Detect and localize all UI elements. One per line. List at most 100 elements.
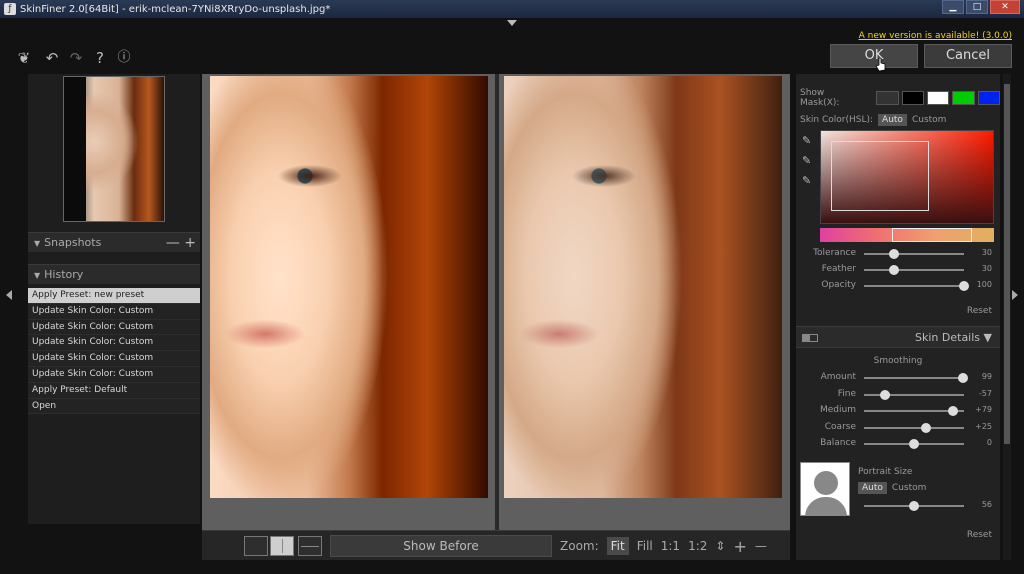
balance-slider-knob[interactable] [909,439,919,450]
amount-value: 99 [981,372,992,381]
history-item[interactable]: Update Skin Color: Custom [28,303,200,320]
skin-auto-button[interactable]: Auto [878,114,907,126]
show-mask-label: Show Mask(X): [800,88,840,108]
portrait-size-slider-row: 56 [796,498,1000,514]
zoom-fill-button[interactable]: Fill [637,539,653,553]
zoom-fit-button[interactable]: Fit [606,537,629,555]
fine-slider-track[interactable] [864,393,964,396]
history-item[interactable]: Update Skin Color: Custom [28,351,200,367]
show-before-button[interactable]: Show Before [330,535,552,557]
skin-details-reset-button[interactable]: Reset [967,530,992,540]
collapse-left-panel-icon[interactable] [6,290,12,300]
fine-slider-row: Fine -57 [796,387,1000,403]
snapshots-header[interactable]: ▼ Snapshots — + [28,232,200,252]
right-panel-scrollbar[interactable] [1003,74,1011,560]
view-bar: Show Before Zoom: Fit Fill 1:1 1:2 ⇕ + — [202,530,790,560]
tolerance-value: 30 [981,248,992,257]
left-panel: ▼ Snapshots — + ▼ History Apply Preset: ne… [28,74,200,524]
split-divider[interactable] [495,74,499,530]
coarse-label: Coarse [824,421,856,432]
history-header[interactable]: ▼ History [28,264,200,284]
app-icon: ƒ [4,3,16,15]
eyedropper-add-icon[interactable]: ✎ [802,154,814,167]
redo-icon[interactable]: ↷ [66,48,86,68]
skin-details-header[interactable]: Skin Details ▼ [796,326,1000,348]
history-item[interactable]: Open [28,398,200,415]
skin-color-picker[interactable] [820,130,994,224]
zoom-in-button[interactable]: + [733,537,746,556]
minimize-button[interactable]: ▁ [942,0,964,14]
medium-slider-knob[interactable] [948,406,958,417]
undo-icon[interactable]: ↶ [42,48,62,68]
eyedropper-icon[interactable]: ✎ [802,134,814,147]
medium-label: Medium [820,405,856,416]
zoom-stepper-icon[interactable]: ⇕ [715,539,725,553]
collapse-arrow-icon[interactable] [507,20,517,26]
remove-snapshot-button[interactable]: — [166,235,180,251]
split-vertical-view-button[interactable] [270,536,294,556]
navigator-thumbnail[interactable] [63,76,165,222]
collapse-right-panel-icon[interactable] [1012,290,1018,300]
mask-white-swatch[interactable] [927,91,950,105]
close-button[interactable]: ✕ [990,0,1020,14]
zoom-label: Zoom: [560,539,599,553]
amount-slider-knob[interactable] [958,373,968,383]
skin-details-title: Skin Details ▼ [915,331,992,344]
single-view-button[interactable] [244,536,268,556]
skin-custom-button[interactable]: Custom [912,115,946,125]
preview-area [202,74,790,530]
skin-details-toggle[interactable] [802,334,818,342]
expand-triangle-icon: ▼ [34,239,41,248]
skin-color-reset-button[interactable]: Reset [967,306,992,316]
after-image[interactable] [504,76,782,498]
portrait-size-label: Portrait Size [858,467,913,477]
hue-range-selector[interactable] [892,228,972,242]
skin-color-row: Skin Color(HSL): Auto Custom [800,114,946,126]
feather-slider-track[interactable] [864,269,964,271]
zoom-out-button[interactable]: — [755,539,767,553]
skinfiner-window: ƒ SkinFiner 2.0[64Bit] - erik-mclean-7YN… [0,0,1024,574]
mask-blue-swatch[interactable] [977,91,1001,105]
eyedropper-subtract-icon[interactable]: ✎ [802,174,814,187]
update-notice-link[interactable]: A new version is available! (3.0.0) [859,31,1012,41]
coarse-slider-knob[interactable] [921,422,931,433]
info-icon[interactable]: ⓘ [114,48,134,68]
history-item[interactable]: Apply Preset: new preset [28,288,200,304]
before-image[interactable] [210,76,488,498]
cancel-button[interactable]: Cancel [924,44,1012,68]
feather-icon[interactable]: ❦ [14,48,34,68]
portrait-size-mode: Auto Custom [858,482,926,494]
zoom-1-2-button[interactable]: 1:2 [688,539,707,553]
help-icon[interactable]: ? [90,48,110,68]
portrait-size-slider-knob[interactable] [909,501,919,511]
history-item[interactable]: Update Skin Color: Custom [28,319,200,336]
mask-green-swatch[interactable] [952,91,975,105]
zoom-1-1-button[interactable]: 1:1 [661,539,680,553]
feather-slider-knob[interactable] [889,265,899,275]
history-item[interactable]: Update Skin Color: Custom [28,366,200,383]
color-range-selector[interactable] [831,141,929,211]
amount-slider-row: Amount 99 [796,370,1000,386]
zoom-controls: Zoom: Fit Fill 1:1 1:2 ⇕ + — [560,535,775,557]
tolerance-slider-knob[interactable] [889,249,899,259]
tolerance-slider-track[interactable] [864,253,964,255]
snapshot-controls: — + [166,233,196,253]
split-horizontal-view-button[interactable] [298,536,322,556]
fine-slider-knob[interactable] [880,389,890,400]
opacity-slider-knob[interactable] [959,281,969,291]
history-item[interactable]: Apply Preset: Default [28,382,200,399]
mask-none-swatch[interactable] [876,91,899,105]
coarse-slider-track[interactable] [864,426,964,429]
portrait-custom-button[interactable]: Custom [892,483,926,493]
scrollbar-thumb[interactable] [1004,84,1010,444]
amount-slider-track[interactable] [864,377,964,379]
opacity-slider-track[interactable] [864,285,964,287]
history-item[interactable]: Update Skin Color: Custom [28,335,200,352]
hue-bar[interactable] [820,228,994,242]
maximize-button[interactable]: □ [966,0,988,14]
ok-button[interactable]: OK [830,44,918,68]
add-snapshot-button[interactable]: + [184,235,196,251]
title-bar: ƒ SkinFiner 2.0[64Bit] - erik-mclean-7YN… [0,0,1024,18]
portrait-auto-button[interactable]: Auto [858,482,887,494]
mask-black-swatch[interactable] [901,91,925,105]
